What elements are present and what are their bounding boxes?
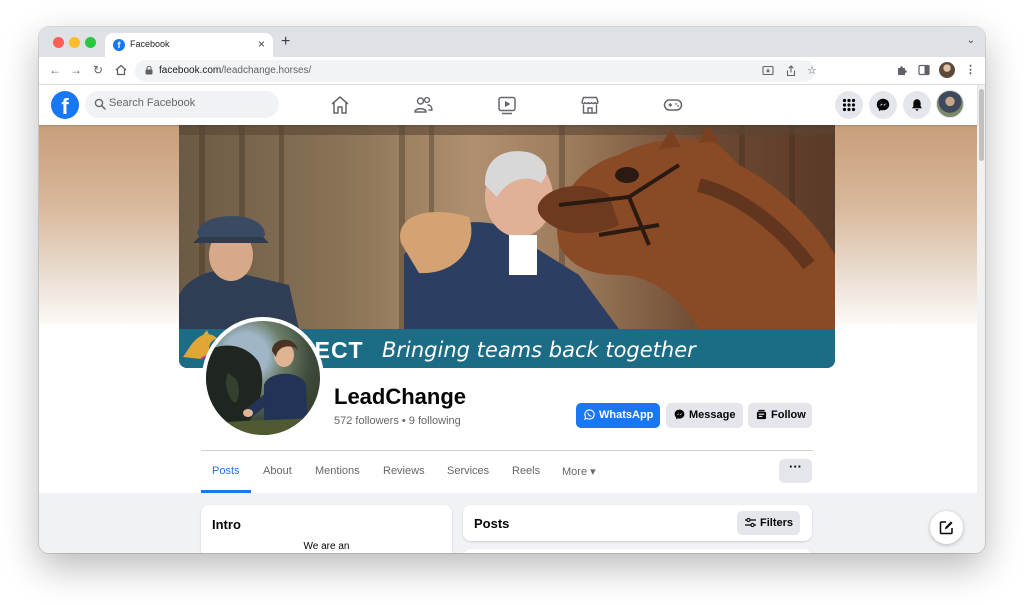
grid-menu-icon <box>842 98 856 112</box>
new-tab-button[interactable]: + <box>281 33 290 51</box>
message-button-label: Message <box>689 409 736 421</box>
browser-toolbar: ← → ↻ facebook.com/leadchange.horses/ ☆ <box>39 57 985 85</box>
tab-mentions[interactable]: Mentions <box>315 465 360 477</box>
search-box[interactable] <box>85 91 279 118</box>
whatsapp-button[interactable]: WhatsApp <box>576 403 660 428</box>
facebook-header: f <box>39 85 977 125</box>
zoom-window-button[interactable] <box>85 37 96 48</box>
posts-header-card: Posts Filters <box>463 505 812 541</box>
facebook-logo[interactable]: f <box>51 91 79 119</box>
filters-button-label: Filters <box>760 517 794 529</box>
back-arrow-icon[interactable]: ← <box>49 63 61 77</box>
close-window-button[interactable] <box>53 37 64 48</box>
home-icon[interactable] <box>329 94 351 116</box>
browser-menu-icon[interactable]: ⋮ <box>965 63 976 76</box>
page-name: LeadChange <box>334 384 467 409</box>
browser-tab[interactable]: f Facebook × <box>105 33 273 57</box>
forward-arrow-icon[interactable]: → <box>70 63 82 77</box>
filters-sliders-icon <box>745 518 756 528</box>
follow-button[interactable]: Follow <box>748 403 812 428</box>
tab-reels[interactable]: Reels <box>512 465 540 477</box>
banner-tagline: Bringing teams back together <box>382 338 696 362</box>
bookmark-star-icon[interactable]: ☆ <box>807 64 817 77</box>
watch-video-icon[interactable] <box>496 94 518 116</box>
bell-icon <box>912 99 922 111</box>
address-bar[interactable]: facebook.com/leadchange.horses/ ☆ <box>135 60 817 82</box>
follow-button-label: Follow <box>771 409 806 421</box>
post-card <box>463 549 812 553</box>
install-app-icon[interactable] <box>762 65 774 77</box>
browser-profile-avatar[interactable] <box>939 62 955 78</box>
messenger-icon <box>876 98 890 112</box>
url-text: facebook.com/leadchange.horses/ <box>159 65 312 76</box>
follow-feed-icon <box>756 409 767 420</box>
tab-about[interactable]: About <box>263 465 292 477</box>
page-scrollbar[interactable] <box>977 85 985 553</box>
tab-strip: f Facebook × + ⌄ <box>39 27 985 57</box>
whatsapp-button-label: WhatsApp <box>599 409 654 421</box>
tab-more[interactable]: More ▾ <box>562 465 596 478</box>
facebook-favicon-icon: f <box>113 39 125 51</box>
page-content: NECT Bringing teams back together LeadCh… <box>39 125 977 553</box>
intro-title: Intro <box>212 517 241 532</box>
whatsapp-icon <box>584 409 595 420</box>
friends-icon[interactable] <box>412 94 434 116</box>
gaming-icon[interactable] <box>662 94 684 116</box>
messenger-button[interactable] <box>869 91 897 119</box>
side-panel-icon[interactable] <box>918 64 930 76</box>
tab-services[interactable]: Services <box>447 465 489 477</box>
extensions-puzzle-icon[interactable] <box>896 64 908 76</box>
search-icon <box>94 98 106 110</box>
browser-window: f Facebook × + ⌄ ← → ↻ facebook.com/lead… <box>39 27 985 553</box>
minimize-window-button[interactable] <box>69 37 80 48</box>
share-icon[interactable] <box>785 65 797 77</box>
message-button[interactable]: Message <box>666 403 743 428</box>
profile-divider <box>201 450 813 451</box>
account-avatar[interactable] <box>936 90 964 118</box>
tab-close-icon[interactable]: × <box>258 37 265 51</box>
marketplace-icon[interactable] <box>579 94 601 116</box>
profile-picture-illustration <box>206 321 320 435</box>
page-stats[interactable]: 572 followers • 9 following <box>334 415 461 427</box>
notifications-button[interactable] <box>903 91 931 119</box>
intro-text: We are an <box>303 541 350 552</box>
lock-icon <box>145 66 153 75</box>
scrollbar-thumb[interactable] <box>979 89 984 161</box>
active-tab-indicator <box>201 490 251 493</box>
filters-button[interactable]: Filters <box>737 511 800 535</box>
new-message-button[interactable] <box>930 511 963 544</box>
cover-photo-illustration <box>179 125 835 329</box>
search-input[interactable] <box>109 97 269 109</box>
home-icon[interactable] <box>115 64 127 76</box>
compose-edit-icon <box>939 521 953 535</box>
messenger-icon <box>674 409 685 420</box>
reload-icon[interactable]: ↻ <box>93 63 103 77</box>
tab-posts[interactable]: Posts <box>212 465 240 477</box>
tab-search-chevron-icon[interactable]: ⌄ <box>967 35 975 46</box>
tab-title: Facebook <box>130 39 170 49</box>
more-options-button[interactable]: ··· <box>779 459 812 483</box>
posts-title: Posts <box>474 516 510 531</box>
intro-card: Intro We are an <box>201 505 452 553</box>
menu-grid-button[interactable] <box>835 91 863 119</box>
tab-reviews[interactable]: Reviews <box>383 465 425 477</box>
profile-picture[interactable] <box>202 317 324 439</box>
